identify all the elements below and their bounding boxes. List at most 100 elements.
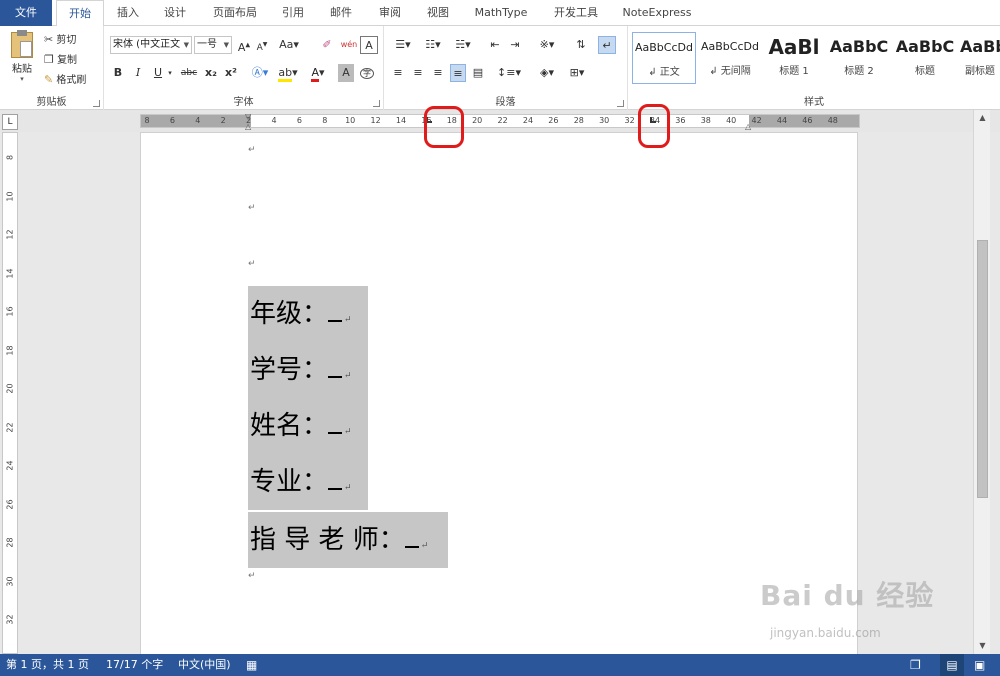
phonetic-guide-button[interactable]: wén: [340, 36, 358, 54]
show-marks-button[interactable]: ↵: [598, 36, 616, 54]
numbering-button[interactable]: ☷▾: [420, 36, 446, 54]
font-name-combo[interactable]: 宋体 (中文正文 ▼: [110, 36, 192, 54]
style-no-spacing[interactable]: AaBbCcDd ↲ 无间隔: [698, 32, 762, 84]
font-size-combo[interactable]: 一号 ▼: [194, 36, 232, 54]
underline-blank[interactable]: [328, 460, 343, 490]
format-painter-button[interactable]: ✎ 格式刷: [44, 70, 86, 90]
shading-button[interactable]: ◈▾: [534, 64, 560, 82]
char-border-button[interactable]: A: [360, 36, 378, 54]
field-student-id[interactable]: 学号： ↵: [248, 342, 368, 398]
italic-button[interactable]: I: [130, 64, 146, 82]
ruler-tick-label: 44: [776, 116, 788, 125]
decrease-indent-button[interactable]: ⇤: [486, 36, 504, 54]
tab-view[interactable]: 视图: [418, 0, 458, 26]
multilevel-list-button[interactable]: ☵▾: [450, 36, 476, 54]
style-heading-1[interactable]: AaBl 标题 1: [766, 32, 822, 84]
tab-home[interactable]: 开始: [56, 0, 104, 27]
word-count[interactable]: 17/17 个字: [106, 654, 163, 676]
style-subtitle[interactable]: AaBb 副标题: [960, 32, 1000, 84]
tab-developer[interactable]: 开发工具: [544, 0, 608, 26]
vertical-scrollbar[interactable]: ▲ ▼: [973, 110, 990, 654]
justify-button[interactable]: ≡: [450, 64, 466, 82]
vruler-tick-label: 32: [5, 614, 15, 625]
paste-button[interactable]: 粘贴 ▾: [6, 30, 38, 83]
font-color-button[interactable]: A▾: [306, 64, 330, 82]
underline-blank[interactable]: [404, 518, 419, 548]
copy-button[interactable]: ❐ 复制: [44, 50, 77, 70]
tab-insert[interactable]: 插入: [108, 0, 148, 26]
tab-references[interactable]: 引用: [274, 0, 312, 26]
char-shading-button[interactable]: A: [338, 64, 354, 82]
chinese-layout-button[interactable]: ※▾: [534, 36, 560, 54]
style-normal[interactable]: AaBbCcDd ↲ 正文: [632, 32, 696, 84]
field-major[interactable]: 专业： ↵: [248, 454, 368, 510]
clipboard-launcher-icon[interactable]: [93, 100, 100, 107]
sort-button[interactable]: ⇅: [572, 36, 590, 54]
right-indent-marker-icon[interactable]: △: [745, 122, 751, 131]
tab-file[interactable]: 文件: [0, 0, 52, 26]
highlight-button[interactable]: ab▾: [276, 64, 300, 82]
clear-format-button[interactable]: ✐: [318, 36, 336, 54]
tab-stop-32-annotation: [638, 104, 670, 148]
ribbon-tab-bar: 文件 开始 插入 设计 页面布局 引用 邮件 审阅 视图 MathType 开发…: [0, 0, 1000, 27]
bold-button[interactable]: B: [110, 64, 126, 82]
field-name[interactable]: 姓名： ↵: [248, 398, 368, 454]
style-title[interactable]: AaBbC 标题: [894, 32, 956, 84]
print-layout-icon[interactable]: ▤: [940, 654, 964, 676]
style-heading-2[interactable]: AaBbC 标题 2: [828, 32, 890, 84]
underline-blank[interactable]: [328, 292, 343, 322]
underline-blank[interactable]: [328, 404, 343, 434]
text-effects-button[interactable]: Ⓐ▾: [248, 64, 272, 82]
underline-blank[interactable]: [328, 348, 343, 378]
tab-selector-button[interactable]: L: [2, 114, 18, 130]
web-layout-icon[interactable]: ▣: [974, 654, 985, 676]
change-case-button[interactable]: Aa▾: [276, 36, 302, 54]
font-launcher-icon[interactable]: [373, 100, 380, 107]
scroll-thumb[interactable]: [977, 240, 988, 498]
subscript-button[interactable]: x₂: [202, 64, 220, 82]
superscript-button[interactable]: x²: [222, 64, 240, 82]
language-indicator[interactable]: 中文(中国): [178, 654, 231, 676]
word-window: 文件 开始 插入 设计 页面布局 引用 邮件 审阅 视图 MathType 开发…: [0, 0, 1000, 676]
macro-record-icon[interactable]: ▦: [246, 654, 257, 676]
ruler-tick-label: 42: [751, 116, 762, 125]
tab-review[interactable]: 审阅: [370, 0, 410, 26]
tab-noteexpress[interactable]: NoteExpress: [616, 0, 698, 26]
underline-dropdown-icon[interactable]: ▾: [166, 64, 174, 82]
scroll-up-icon[interactable]: ▲: [976, 112, 989, 124]
grow-font-button[interactable]: A▲: [236, 36, 252, 54]
scroll-down-icon[interactable]: ▼: [976, 640, 989, 652]
shrink-font-button[interactable]: A▼: [254, 36, 270, 54]
ruler-tick-label: 8: [144, 116, 150, 125]
borders-button[interactable]: ⊞▾: [564, 64, 590, 82]
strikethrough-button[interactable]: abc: [178, 64, 200, 82]
tab-mathtype[interactable]: MathType: [466, 0, 536, 26]
increase-indent-button[interactable]: ⇥: [506, 36, 524, 54]
tab-mailings[interactable]: 邮件: [322, 0, 360, 26]
status-bar: 第 1 页，共 1 页 17/17 个字 中文(中国) ▦ ❐ ▤ ▣: [0, 654, 1000, 676]
vertical-ruler[interactable]: 8 10 12 14 16 18 20 22 24 26 28 30 32: [2, 132, 18, 654]
underline-button[interactable]: U: [150, 64, 166, 82]
horizontal-ruler[interactable]: ▽ △ △ 8 6 4 2 2 4 6 8 10 12 14 16 18 20 22 24 26 28 30 32 34…: [140, 112, 860, 131]
paragraph-launcher-icon[interactable]: [617, 100, 624, 107]
document-page[interactable]: ↵ ↵ ↵ 年级： ↵ 学号： ↵ 姓名： ↵ 专业： ↵ 指 导 老 师： ↵ ↵: [140, 132, 858, 654]
align-left-button[interactable]: ≡: [390, 64, 406, 82]
align-right-icon: ≡: [433, 66, 443, 79]
align-right-button[interactable]: ≡: [430, 64, 446, 82]
enclose-char-button[interactable]: 字: [358, 64, 376, 82]
paragraph-mark: ↵: [344, 315, 352, 325]
tab-layout[interactable]: 页面布局: [204, 0, 266, 26]
distributed-button[interactable]: ▤: [470, 64, 486, 82]
tab-design[interactable]: 设计: [154, 0, 196, 26]
scissors-icon: ✂: [44, 33, 54, 46]
page-count[interactable]: 第 1 页，共 1 页: [6, 654, 89, 676]
field-grade[interactable]: 年级： ↵: [248, 286, 368, 342]
field-advisor[interactable]: 指 导 老 师： ↵: [248, 512, 448, 568]
read-mode-icon[interactable]: ❐: [910, 654, 921, 676]
chevron-down-icon: ▼: [223, 41, 229, 49]
bullets-button[interactable]: ☰▾: [390, 36, 416, 54]
line-spacing-button[interactable]: ↕≡▾: [496, 64, 522, 82]
cut-button[interactable]: ✂ 剪切: [44, 30, 76, 50]
align-center-button[interactable]: ≡: [410, 64, 426, 82]
copy-label: 复制: [57, 55, 78, 66]
